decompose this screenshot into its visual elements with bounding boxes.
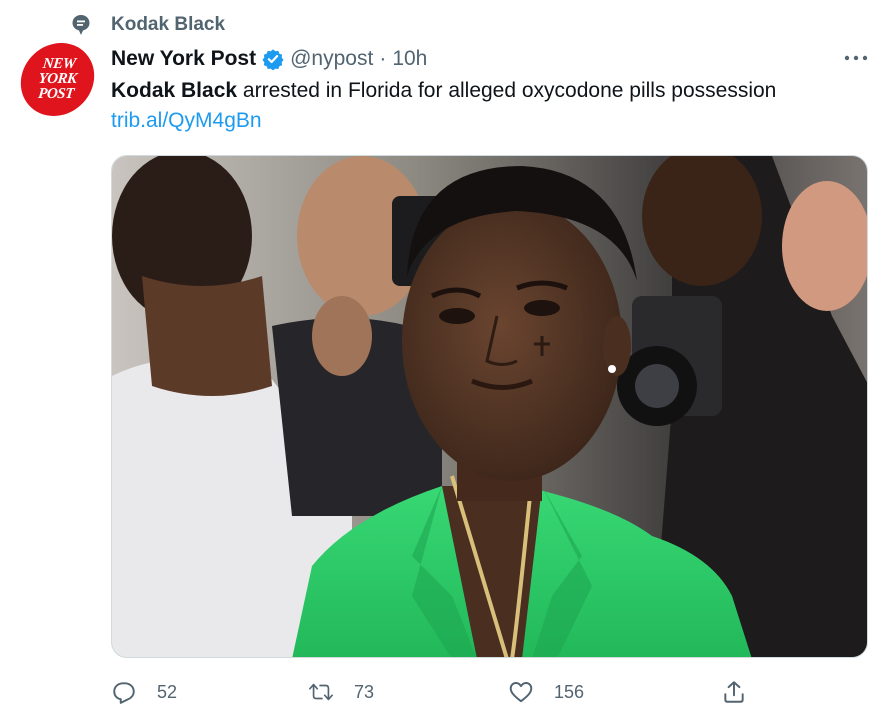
verified-badge-icon bbox=[262, 48, 284, 70]
more-options-icon[interactable] bbox=[843, 47, 869, 69]
share-action[interactable] bbox=[721, 675, 767, 709]
tweet-text-bold[interactable]: Kodak Black bbox=[111, 79, 237, 102]
retweet-icon[interactable] bbox=[308, 679, 334, 705]
share-icon[interactable] bbox=[721, 679, 747, 705]
social-context-label: Kodak Black bbox=[111, 14, 226, 35]
author-name[interactable]: New York Post bbox=[111, 47, 256, 71]
avatar-line: NEW bbox=[41, 56, 77, 72]
reply-count: 52 bbox=[157, 681, 178, 702]
tweet-actions: 52 73 156 bbox=[111, 675, 868, 709]
social-context[interactable]: Kodak Black bbox=[70, 10, 225, 40]
tweet-header: New York Post @nypost · 10h bbox=[111, 44, 427, 74]
heart-icon[interactable] bbox=[508, 679, 534, 705]
avatar-line: YORK bbox=[37, 71, 78, 87]
like-action[interactable]: 156 bbox=[508, 675, 584, 709]
like-count: 156 bbox=[554, 681, 585, 702]
reply-icon[interactable] bbox=[111, 679, 137, 705]
tweet-photo[interactable] bbox=[111, 155, 868, 658]
tweet-text-body: arrested in Florida for alleged oxycodon… bbox=[237, 79, 777, 102]
topic-icon bbox=[70, 14, 92, 36]
avatar[interactable]: NEW YORK POST bbox=[17, 43, 98, 116]
separator-dot: · bbox=[379, 47, 387, 70]
retweet-action[interactable]: 73 bbox=[308, 675, 374, 709]
retweet-count: 73 bbox=[354, 681, 375, 702]
reply-action[interactable]: 52 bbox=[111, 675, 177, 709]
author-handle[interactable]: @nypost bbox=[290, 47, 373, 71]
tweet-text: Kodak Black arrested in Florida for alle… bbox=[111, 76, 776, 106]
avatar-line: POST bbox=[37, 86, 75, 102]
tweet-timestamp[interactable]: 10h bbox=[392, 47, 427, 71]
tweet-link[interactable]: trib.al/QyM4gBn bbox=[111, 106, 262, 136]
